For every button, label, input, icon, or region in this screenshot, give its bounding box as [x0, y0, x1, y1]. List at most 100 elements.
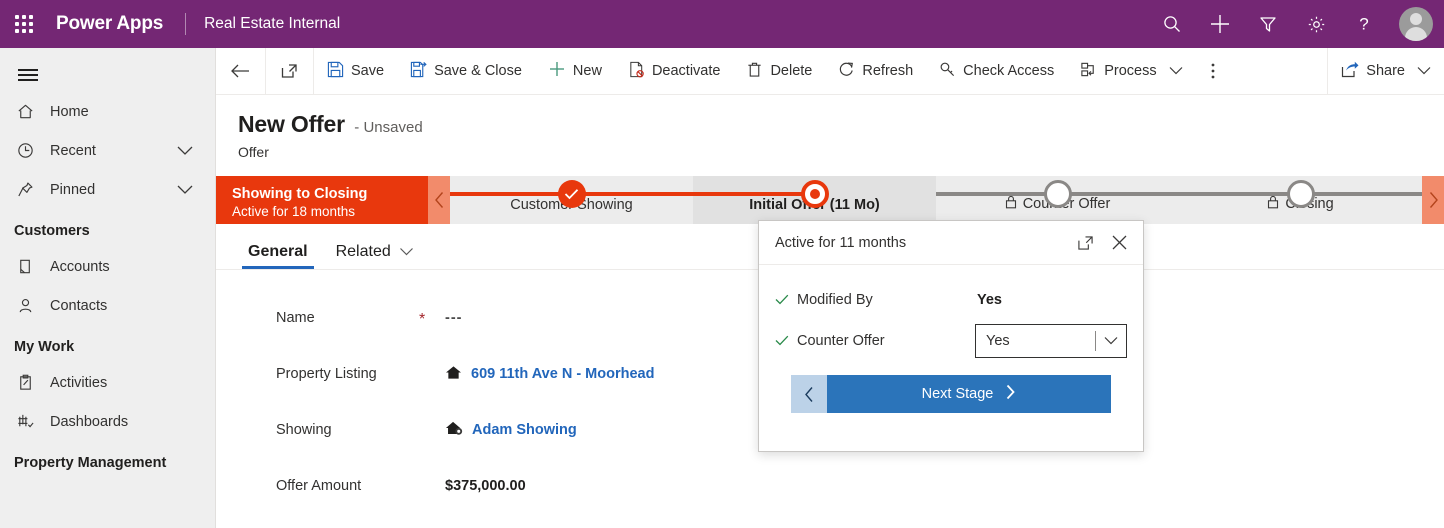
flyout-title: Active for 11 months — [775, 234, 907, 251]
field-value-text: --- — [445, 310, 463, 326]
open-in-new-window-button[interactable] — [266, 48, 313, 95]
lock-icon — [1267, 195, 1279, 213]
sidebar-item-label: Activities — [50, 374, 108, 391]
previous-stage-button[interactable] — [791, 375, 827, 413]
next-stage-label: Next Stage — [921, 386, 994, 402]
gear-icon[interactable] — [1292, 0, 1340, 48]
chevron-down-icon[interactable] — [177, 184, 193, 195]
plus-icon[interactable] — [1196, 0, 1244, 48]
command-label: New — [572, 63, 602, 79]
bpf-stage-initial-offer[interactable]: Initial Offer (11 Mo) — [693, 176, 936, 224]
field-value-showing[interactable]: Adam Showing — [445, 420, 577, 440]
sidebar-group-property-management: Property Management — [14, 455, 167, 471]
chevron-down-icon[interactable] — [1169, 63, 1183, 79]
clock-icon — [16, 141, 46, 160]
user-avatar[interactable] — [1388, 0, 1444, 48]
bpf-next-arrow-icon[interactable] — [1422, 176, 1444, 224]
refresh-button[interactable]: Refresh — [825, 48, 926, 95]
field-label: Property Listing — [276, 366, 377, 382]
command-label: Save — [351, 63, 385, 79]
select-value: Yes — [986, 332, 1010, 349]
top-navigation-bar: Power Apps Real Estate Internal ? — [0, 0, 1444, 48]
check-access-button[interactable]: Check Access — [926, 48, 1067, 95]
chevron-down-icon[interactable] — [1417, 63, 1431, 79]
process-button[interactable]: Process — [1067, 48, 1195, 95]
new-button[interactable]: New — [535, 48, 615, 95]
sidebar-item-recent[interactable]: Recent — [0, 131, 215, 170]
deactivate-button[interactable]: Deactivate — [615, 48, 734, 95]
tab-general[interactable]: General — [238, 243, 318, 269]
check-icon — [775, 335, 795, 346]
required-indicator-empty — [419, 484, 445, 488]
field-value-link[interactable]: 609 11th Ave N - Moorhead — [471, 366, 654, 382]
required-indicator-empty — [419, 372, 445, 376]
field-value-link[interactable]: Adam Showing — [472, 422, 577, 438]
sidebar-item-activities[interactable]: Activities — [0, 363, 215, 402]
sidebar-item-pinned[interactable]: Pinned — [0, 170, 215, 209]
flyout-header: Active for 11 months — [759, 221, 1143, 265]
refresh-icon — [838, 61, 855, 82]
save-button[interactable]: Save — [314, 48, 397, 95]
brand-power-apps[interactable]: Power Apps — [56, 13, 163, 35]
chevron-down-icon[interactable] — [177, 145, 193, 156]
dashboards-icon — [16, 412, 46, 431]
search-icon[interactable] — [1148, 0, 1196, 48]
filter-icon[interactable] — [1244, 0, 1292, 48]
bpf-previous-arrow-icon[interactable] — [428, 176, 450, 224]
share-button[interactable]: Share — [1328, 48, 1444, 95]
tab-label: Related — [335, 243, 391, 260]
save-icon — [327, 61, 344, 82]
form-row-offer-amount: Offer Amount $375,000.00 — [234, 458, 1234, 514]
activities-icon — [16, 373, 46, 392]
flyout-field-value[interactable]: Yes — [975, 292, 1127, 308]
overflow-menu-button[interactable] — [1196, 48, 1230, 95]
delete-button[interactable]: Delete — [733, 48, 825, 95]
bpf-track — [693, 192, 815, 196]
save-and-close-button[interactable]: Save & Close — [397, 48, 535, 95]
flyout-field-modified-by: Modified By Yes — [775, 279, 1127, 320]
bpf-stage-completed-check-icon — [557, 180, 586, 208]
counter-offer-select[interactable]: Yes — [975, 323, 1127, 358]
bpf-duration: Active for 18 months — [232, 203, 356, 219]
record-header: New Offer - Unsaved Offer — [216, 95, 1444, 160]
flyout-field-value-wrap: Yes — [975, 323, 1127, 358]
field-value-property-listing[interactable]: 609 11th Ave N - Moorhead — [445, 365, 654, 384]
app-name[interactable]: Real Estate Internal — [204, 15, 340, 33]
chevron-down-icon[interactable] — [1096, 336, 1126, 345]
chevron-right-icon — [1005, 384, 1016, 404]
tab-label: General — [248, 243, 308, 260]
hamburger-menu-icon[interactable] — [4, 48, 52, 92]
page-title: New Offer — [238, 111, 345, 137]
field-value-offer-amount[interactable]: $375,000.00 — [445, 478, 526, 494]
bpf-stage-counter-offer[interactable]: Counter Offer — [936, 176, 1179, 224]
contact-icon — [16, 296, 46, 315]
next-stage-button[interactable]: Next Stage — [827, 375, 1111, 413]
bpf-stage-closing[interactable]: Closing — [1179, 176, 1422, 224]
popout-icon[interactable] — [1071, 229, 1099, 257]
command-bar-right: Share — [1327, 47, 1444, 95]
field-value-name[interactable]: --- — [445, 310, 463, 326]
sidebar-item-label: Contacts — [50, 297, 108, 314]
command-bar: Save Save & Close New Deactivate Delete — [216, 47, 1444, 95]
back-button[interactable] — [216, 48, 265, 95]
command-label: Deactivate — [651, 63, 721, 79]
sidebar-item-accounts[interactable]: Accounts — [0, 247, 215, 286]
sidebar-item-contacts[interactable]: Contacts — [0, 286, 215, 325]
chevron-down-icon[interactable] — [399, 243, 414, 261]
entity-name: Offer — [238, 144, 269, 160]
close-icon[interactable] — [1105, 229, 1133, 257]
command-label: Process — [1104, 63, 1157, 79]
command-label: Delete — [770, 63, 813, 79]
save-close-icon — [410, 61, 427, 82]
help-icon[interactable]: ? — [1340, 0, 1388, 48]
bpf-stage-customer-showing[interactable]: Customer Showing — [450, 176, 693, 224]
app-launcher-waffle-icon[interactable] — [0, 0, 48, 48]
share-icon — [1341, 61, 1359, 82]
sidebar-item-dashboards[interactable]: Dashboards — [0, 402, 215, 441]
plus-icon — [548, 60, 566, 82]
svg-text:?: ? — [1359, 15, 1368, 34]
tab-related[interactable]: Related — [326, 243, 424, 269]
bpf-name-block[interactable]: Showing to Closing Active for 18 months — [216, 176, 428, 224]
business-process-flow: Showing to Closing Active for 18 months … — [216, 176, 1444, 224]
sidebar-item-home[interactable]: Home — [0, 92, 215, 131]
